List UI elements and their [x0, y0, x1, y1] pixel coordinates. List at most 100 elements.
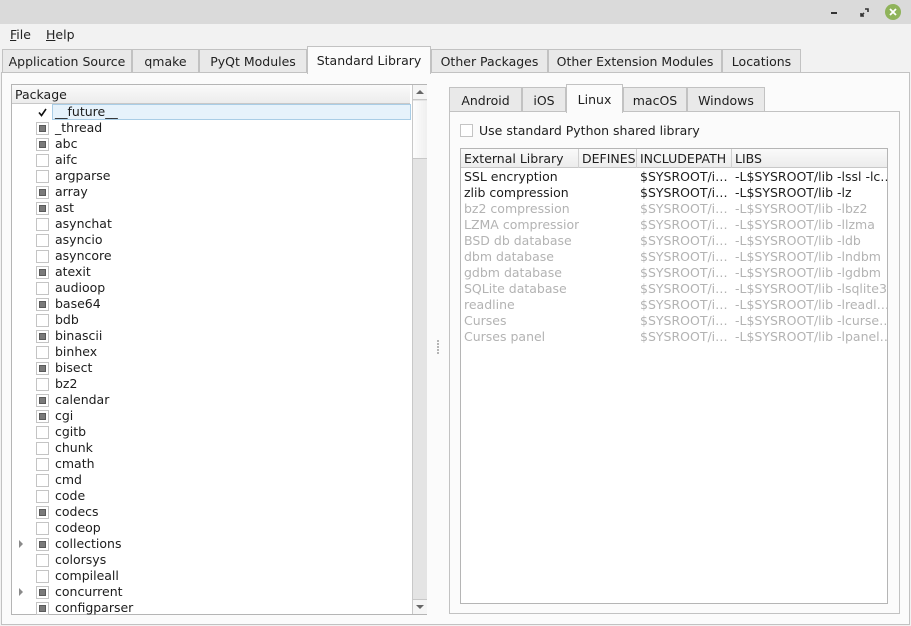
splitter-handle[interactable] — [437, 340, 440, 360]
package-row[interactable]: collections — [12, 536, 411, 552]
external-library-row[interactable]: LZMA compression $SYSROOT/i… -L$SYSROOT/li… — [461, 217, 887, 233]
package-checkbox[interactable] — [36, 234, 49, 247]
package-checkbox[interactable] — [36, 554, 49, 567]
package-row[interactable]: concurrent — [12, 584, 411, 600]
package-row[interactable]: cmd — [12, 472, 411, 488]
package-checkbox[interactable] — [36, 602, 49, 615]
package-row[interactable]: binhex — [12, 344, 411, 360]
tab-application-source[interactable]: Application Source — [2, 49, 132, 73]
use-standard-python-shared-library-checkbox[interactable] — [460, 124, 473, 137]
package-checkbox[interactable] — [36, 154, 49, 167]
package-row[interactable]: compileall — [12, 568, 411, 584]
package-row[interactable]: ast — [12, 200, 411, 216]
tab-other-extension-modules[interactable]: Other Extension Modules — [548, 49, 722, 73]
package-checkbox[interactable] — [36, 570, 49, 583]
tab-other-packages[interactable]: Other Packages — [431, 49, 548, 73]
package-checkbox[interactable] — [36, 330, 49, 343]
package-row[interactable]: base64 — [12, 296, 411, 312]
package-row[interactable]: array — [12, 184, 411, 200]
package-checkbox[interactable] — [36, 202, 49, 215]
scroll-down-arrow-icon[interactable] — [413, 599, 427, 614]
package-row[interactable]: asyncio — [12, 232, 411, 248]
external-library-row[interactable]: readline $SYSROOT/i… -L$SYSROOT/lib -lread… — [461, 297, 887, 313]
package-row[interactable]: asyncore — [12, 248, 411, 264]
minimize-button[interactable] — [826, 4, 842, 20]
package-checkbox[interactable] — [36, 250, 49, 263]
package-checkbox[interactable] — [36, 170, 49, 183]
package-row[interactable]: cgi — [12, 408, 411, 424]
package-row[interactable]: audioop — [12, 280, 411, 296]
close-button[interactable] — [885, 4, 901, 20]
package-row[interactable]: binascii — [12, 328, 411, 344]
package-checkbox[interactable] — [36, 410, 49, 423]
package-row[interactable]: colorsys — [12, 552, 411, 568]
package-row[interactable]: __future__ — [12, 104, 411, 120]
package-tree[interactable]: Package __future__ _thread abc aifc argparse… — [11, 84, 427, 615]
package-row[interactable]: code — [12, 488, 411, 504]
package-checkbox[interactable] — [36, 490, 49, 503]
external-library-row[interactable]: BSD db database $SYSROOT/i… -L$SYSROOT/lib… — [461, 233, 887, 249]
use-standard-python-shared-library-label[interactable]: Use standard Python shared library — [479, 123, 700, 138]
package-checkbox[interactable] — [36, 538, 49, 551]
package-checkbox[interactable] — [36, 506, 49, 519]
package-checkbox[interactable] — [36, 314, 49, 327]
package-checkbox[interactable] — [36, 346, 49, 359]
package-row[interactable]: bisect — [12, 360, 411, 376]
package-row[interactable]: abc — [12, 136, 411, 152]
package-checkbox[interactable] — [36, 458, 49, 471]
package-row[interactable]: codecs — [12, 504, 411, 520]
package-column-header[interactable]: Package — [12, 85, 410, 104]
package-checkbox[interactable] — [36, 378, 49, 391]
external-library-row[interactable]: gdbm database $SYSROOT/i… -L$SYSROOT/lib -… — [461, 265, 887, 281]
package-row[interactable]: cmath — [12, 456, 411, 472]
expand-arrow-icon[interactable] — [19, 588, 23, 596]
restore-button[interactable] — [856, 4, 872, 20]
external-library-row[interactable]: dbm database $SYSROOT/i… -L$SYSROOT/lib -l… — [461, 249, 887, 265]
package-row[interactable]: cgitb — [12, 424, 411, 440]
package-checkbox[interactable] — [36, 362, 49, 375]
package-tree-scrollbar[interactable] — [412, 85, 427, 614]
tab-standard-library[interactable]: Standard Library — [307, 46, 431, 74]
package-checkbox[interactable] — [36, 442, 49, 455]
tab-ios[interactable]: iOS — [522, 87, 566, 112]
package-checkbox[interactable] — [36, 138, 49, 151]
package-checkbox[interactable] — [36, 474, 49, 487]
scroll-up-arrow-icon[interactable] — [413, 85, 427, 100]
menu-help[interactable]: Help — [46, 27, 75, 42]
package-checkbox[interactable] — [36, 282, 49, 295]
external-library-row[interactable]: Curses panel $SYSROOT/i… -L$SYSROOT/lib -l… — [461, 329, 887, 345]
package-checkbox[interactable] — [36, 218, 49, 231]
package-checkbox[interactable] — [36, 522, 49, 535]
package-row[interactable]: asynchat — [12, 216, 411, 232]
package-checkbox[interactable] — [36, 298, 49, 311]
tab-macos[interactable]: macOS — [623, 87, 687, 112]
menu-file[interactable]: File — [10, 27, 31, 42]
package-checkbox[interactable] — [36, 106, 49, 119]
package-checkbox[interactable] — [36, 426, 49, 439]
scrollbar-thumb[interactable] — [413, 101, 427, 159]
package-checkbox[interactable] — [36, 266, 49, 279]
external-library-row[interactable]: SQLite database $SYSROOT/i… -L$SYSROOT/lib… — [461, 281, 887, 297]
package-checkbox[interactable] — [36, 586, 49, 599]
package-checkbox[interactable] — [36, 394, 49, 407]
package-row[interactable]: bz2 — [12, 376, 411, 392]
tab-pyqt-modules[interactable]: PyQt Modules — [199, 49, 307, 73]
package-checkbox[interactable] — [36, 186, 49, 199]
package-row[interactable]: _thread — [12, 120, 411, 136]
external-library-row[interactable]: zlib compression $SYSROOT/i… -L$SYSROOT/li… — [461, 185, 887, 201]
external-library-row[interactable]: SSL encryption $SYSROOT/i… -L$SYSROOT/lib … — [461, 169, 887, 185]
column-header-libs[interactable]: LIBS — [732, 149, 887, 168]
package-row[interactable]: codeop — [12, 520, 411, 536]
tab-qmake[interactable]: qmake — [132, 49, 199, 73]
column-header-external-library[interactable]: External Library — [461, 149, 579, 168]
package-row[interactable]: atexit — [12, 264, 411, 280]
package-row[interactable]: bdb — [12, 312, 411, 328]
tab-android[interactable]: Android — [449, 87, 522, 112]
package-checkbox[interactable] — [36, 122, 49, 135]
package-row[interactable]: configparser — [12, 600, 411, 615]
column-header-includepath[interactable]: INCLUDEPATH — [637, 149, 732, 168]
tab-linux[interactable]: Linux — [566, 84, 623, 113]
package-row[interactable]: chunk — [12, 440, 411, 456]
package-row[interactable]: calendar — [12, 392, 411, 408]
external-library-row[interactable]: Curses $SYSROOT/i… -L$SYSROOT/lib -lcurse… — [461, 313, 887, 329]
